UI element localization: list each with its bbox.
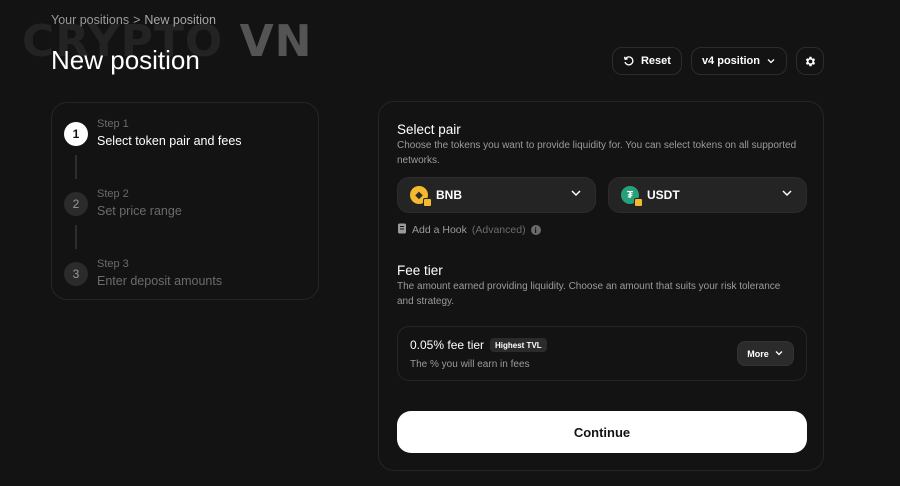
- select-pair-description: Choose the tokens you want to provide li…: [397, 140, 797, 166]
- fee-tier-selector[interactable]: 0.05% fee tier Highest TVL The % you wil…: [397, 326, 807, 381]
- chain-badge-icon: [634, 198, 643, 207]
- fee-tier-sub: The % you will earn in fees: [410, 359, 530, 370]
- breadcrumb-separator: >: [133, 13, 141, 27]
- chevron-down-icon: [766, 56, 776, 66]
- add-hook-advanced-note: (Advanced): [471, 224, 526, 236]
- step-1: 1 Step 1 Select token pair and fees: [64, 117, 242, 148]
- select-pair-title: Select pair: [397, 122, 461, 137]
- breadcrumb: Your positions > New position: [51, 13, 216, 27]
- more-fee-tiers-button[interactable]: More: [737, 341, 794, 366]
- step-sub-label: Step 3: [97, 258, 129, 270]
- reset-button[interactable]: Reset: [611, 47, 682, 75]
- step-number: 3: [64, 262, 88, 286]
- document-icon: [397, 223, 407, 237]
- token-a-symbol: BNB: [436, 188, 462, 202]
- reset-label: Reset: [640, 55, 671, 67]
- step-2: 2 Step 2 Set price range: [64, 187, 182, 218]
- add-hook-link[interactable]: Add a Hook (Advanced) i: [397, 223, 541, 237]
- step-number: 1: [64, 122, 88, 146]
- step-name: Set price range: [97, 204, 182, 218]
- step-name: Enter deposit amounts: [97, 274, 223, 288]
- step-sub-label: Step 2: [97, 188, 129, 200]
- usdt-logo-icon: ₮: [621, 186, 643, 207]
- breadcrumb-current: New position: [144, 13, 216, 27]
- info-icon[interactable]: i: [530, 225, 541, 235]
- position-version-label: v4 position: [701, 55, 760, 67]
- step-number: 2: [64, 192, 88, 216]
- step-sub-label: Step 1: [97, 118, 129, 130]
- add-hook-label: Add a Hook: [412, 224, 467, 236]
- token-a-select[interactable]: ◆ BNB: [397, 177, 596, 213]
- steps-card: 1 Step 1 Select token pair and fees 2 St…: [51, 102, 319, 300]
- breadcrumb-your-positions[interactable]: Your positions: [51, 13, 129, 27]
- position-form-card: Select pair Choose the tokens you want t…: [378, 101, 824, 471]
- chain-badge-icon: [423, 198, 432, 207]
- chevron-down-icon: [569, 186, 583, 205]
- page-title: New position: [51, 45, 200, 75]
- chevron-down-icon: [780, 186, 794, 205]
- fee-tier-title: Fee tier: [397, 263, 443, 278]
- step-connector: [75, 225, 77, 249]
- step-connector: [75, 155, 77, 179]
- token-b-symbol: USDT: [647, 188, 680, 202]
- reset-icon: [623, 55, 635, 67]
- continue-button[interactable]: Continue: [397, 411, 807, 453]
- position-version-dropdown[interactable]: v4 position: [690, 47, 787, 75]
- bnb-logo-icon: ◆: [410, 186, 432, 207]
- token-b-select[interactable]: ₮ USDT: [608, 177, 807, 213]
- highest-tvl-badge: Highest TVL: [490, 338, 547, 352]
- fee-tier-description: The amount earned providing liquidity. C…: [397, 281, 781, 307]
- chevron-down-icon: [774, 348, 784, 360]
- gear-icon: [804, 55, 817, 68]
- step-3: 3 Step 3 Enter deposit amounts: [64, 257, 222, 288]
- fee-tier-selected: 0.05% fee tier: [410, 338, 485, 352]
- top-controls: Reset v4 position: [611, 47, 824, 75]
- more-label: More: [747, 348, 769, 359]
- settings-button[interactable]: [796, 47, 824, 75]
- step-name: Select token pair and fees: [97, 134, 242, 148]
